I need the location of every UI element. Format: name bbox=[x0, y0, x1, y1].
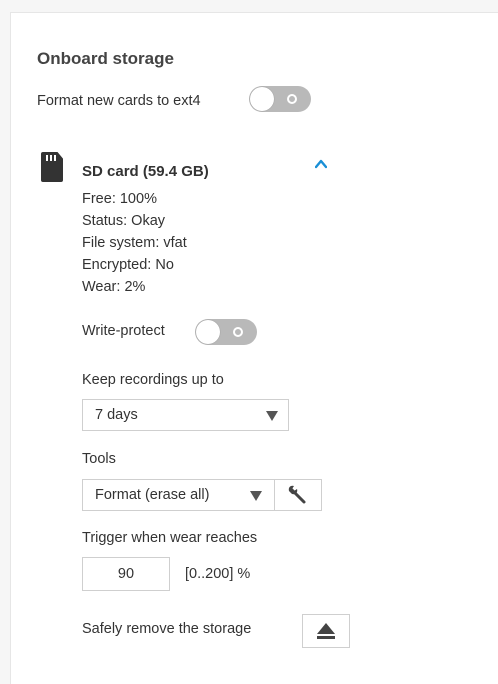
toggle-knob bbox=[250, 87, 274, 111]
safely-remove-label: Safely remove the storage bbox=[82, 621, 252, 637]
write-protect-toggle[interactable] bbox=[195, 319, 257, 345]
file-system-text: File system: vfat bbox=[82, 235, 187, 251]
storage-panel: Onboard storage Format new cards to ext4… bbox=[10, 12, 498, 684]
status-text: Status: Okay bbox=[82, 213, 166, 229]
chevron-up-icon[interactable] bbox=[315, 158, 327, 170]
write-protect-label: Write-protect bbox=[82, 323, 165, 339]
format-new-cards-toggle[interactable] bbox=[249, 86, 311, 112]
encrypted-text: Encrypted: No bbox=[82, 257, 174, 273]
page: Onboard storage Format new cards to ext4… bbox=[0, 0, 498, 684]
trigger-wear-input[interactable]: 90 bbox=[82, 557, 170, 591]
section-title: Onboard storage bbox=[37, 49, 174, 68]
toggle-knob bbox=[196, 320, 220, 344]
tools-label: Tools bbox=[82, 451, 116, 467]
wear-text: Wear: 2% bbox=[82, 279, 146, 295]
run-tool-button[interactable] bbox=[274, 479, 322, 511]
trigger-label: Trigger when wear reaches bbox=[82, 530, 258, 546]
tools-value: Format (erase all) bbox=[95, 487, 210, 503]
toggle-off-indicator bbox=[287, 94, 297, 104]
sd-card-icon bbox=[41, 152, 63, 182]
free-space-text: Free: 100% bbox=[82, 191, 157, 207]
eject-icon-bar bbox=[317, 636, 335, 639]
wrench-icon bbox=[288, 485, 306, 504]
tools-select[interactable]: Format (erase all) bbox=[82, 479, 275, 511]
format-new-cards-label: Format new cards to ext4 bbox=[37, 93, 201, 109]
keep-recordings-label: Keep recordings up to bbox=[82, 372, 224, 388]
toggle-off-indicator bbox=[233, 327, 243, 337]
sd-card-title: SD card (59.4 GB) bbox=[82, 163, 209, 180]
eject-icon bbox=[317, 623, 335, 634]
keep-recordings-value: 7 days bbox=[95, 407, 138, 423]
eject-button[interactable] bbox=[302, 614, 350, 648]
dropdown-arrow-icon bbox=[266, 411, 278, 421]
trigger-range-text: [0..200] % bbox=[185, 566, 251, 582]
dropdown-arrow-icon bbox=[250, 491, 262, 501]
keep-recordings-select[interactable]: 7 days bbox=[82, 399, 289, 431]
